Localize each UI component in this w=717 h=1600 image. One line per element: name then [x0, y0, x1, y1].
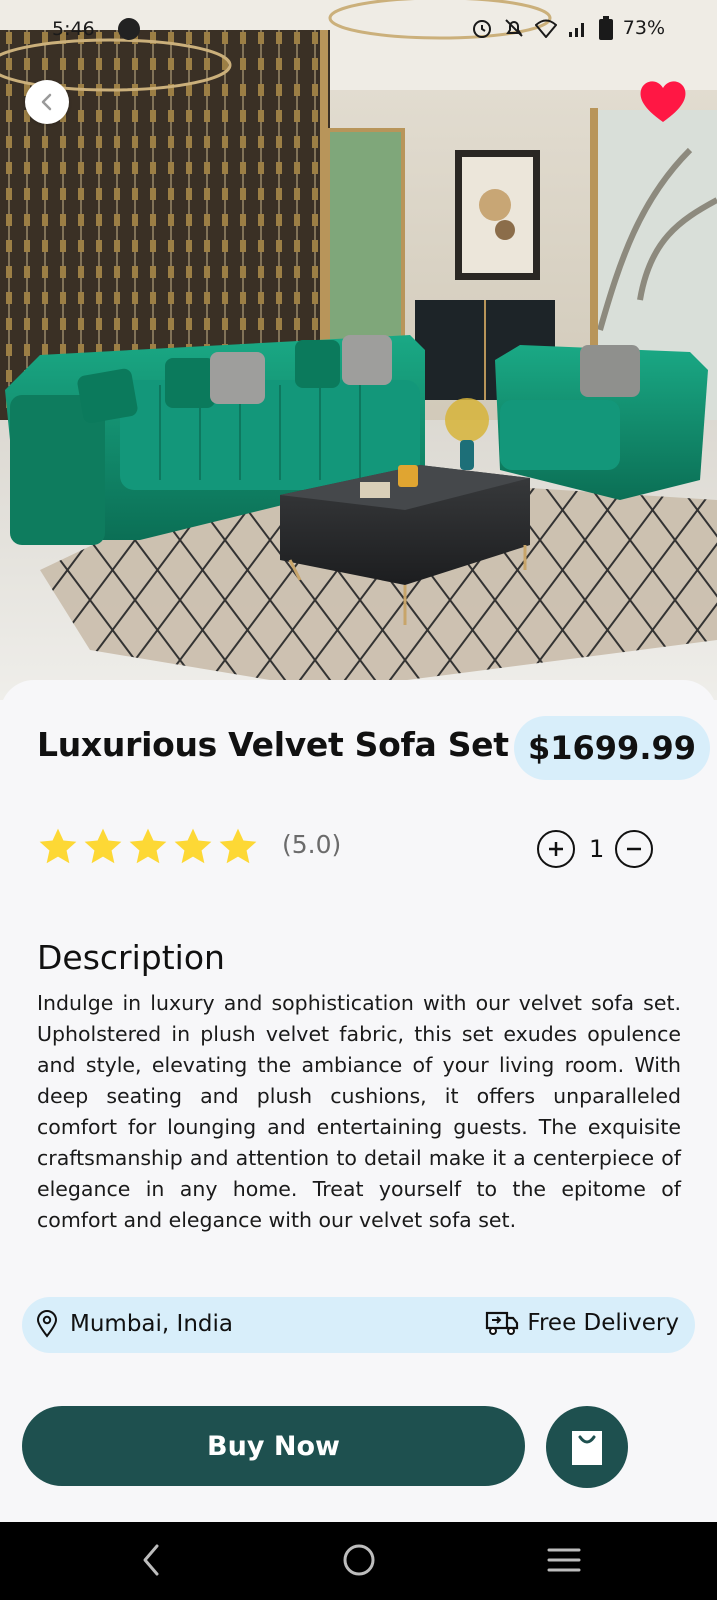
location-text: Mumbai, India: [70, 1311, 233, 1337]
increase-quantity-button[interactable]: [537, 830, 575, 868]
description-heading: Description: [37, 938, 225, 977]
minus-icon: [627, 847, 641, 851]
shipping-info-bar: Mumbai, India Free Delivery: [22, 1297, 695, 1353]
decrease-quantity-button[interactable]: [615, 830, 653, 868]
star-icon: [129, 828, 167, 864]
back-button[interactable]: [25, 80, 69, 124]
buy-now-button[interactable]: Buy Now: [22, 1406, 525, 1486]
nav-recents-icon[interactable]: [546, 1544, 582, 1576]
star-icon: [84, 828, 122, 864]
location-pin-icon: [36, 1310, 58, 1338]
star-icon: [39, 828, 77, 864]
status-bar: 5:46 73%: [0, 0, 717, 60]
status-icons: 73%: [471, 16, 665, 40]
plus-icon: [549, 842, 563, 856]
location-info: Mumbai, India: [36, 1310, 233, 1338]
description-text: Indulge in luxury and sophistication wit…: [37, 991, 681, 1232]
product-image: [0, 0, 717, 700]
nav-home-icon[interactable]: [342, 1542, 376, 1578]
product-price: $1699.99: [527, 729, 696, 767]
system-navigation-bar: [0, 1522, 717, 1600]
quantity-value: 1: [589, 835, 605, 863]
buy-now-label: Buy Now: [207, 1430, 340, 1462]
status-time: 5:46: [52, 18, 95, 40]
wifi-icon: [534, 19, 557, 38]
mute-icon: [505, 19, 523, 37]
alarm-icon: [472, 20, 491, 38]
product-detail-screen: 5:46 73% Luxurious Velvet Sofa Set $1699…: [0, 0, 717, 1600]
price-badge: $1699.99: [514, 716, 710, 780]
star-icon: [174, 828, 212, 864]
nav-back-icon[interactable]: [137, 1542, 165, 1578]
add-to-cart-button[interactable]: [546, 1406, 628, 1488]
rating-value: (5.0): [282, 830, 342, 859]
chevron-left-icon: [41, 93, 52, 111]
delivery-truck-icon: [486, 1311, 519, 1335]
battery-percent: 73%: [622, 17, 665, 39]
heart-icon: [640, 81, 686, 122]
signal-icon: [568, 23, 584, 37]
product-title: Luxurious Velvet Sofa Set: [37, 725, 509, 764]
rating-stars: [37, 826, 259, 868]
favorite-button[interactable]: [638, 78, 688, 124]
battery-icon: [598, 16, 613, 40]
app-notification-icon: [118, 18, 140, 40]
star-icon: [219, 828, 257, 864]
delivery-info: Free Delivery: [485, 1310, 679, 1336]
delivery-text: Free Delivery: [527, 1310, 679, 1336]
quantity-stepper: 1: [537, 830, 653, 868]
shopping-bag-icon: [572, 1431, 602, 1465]
